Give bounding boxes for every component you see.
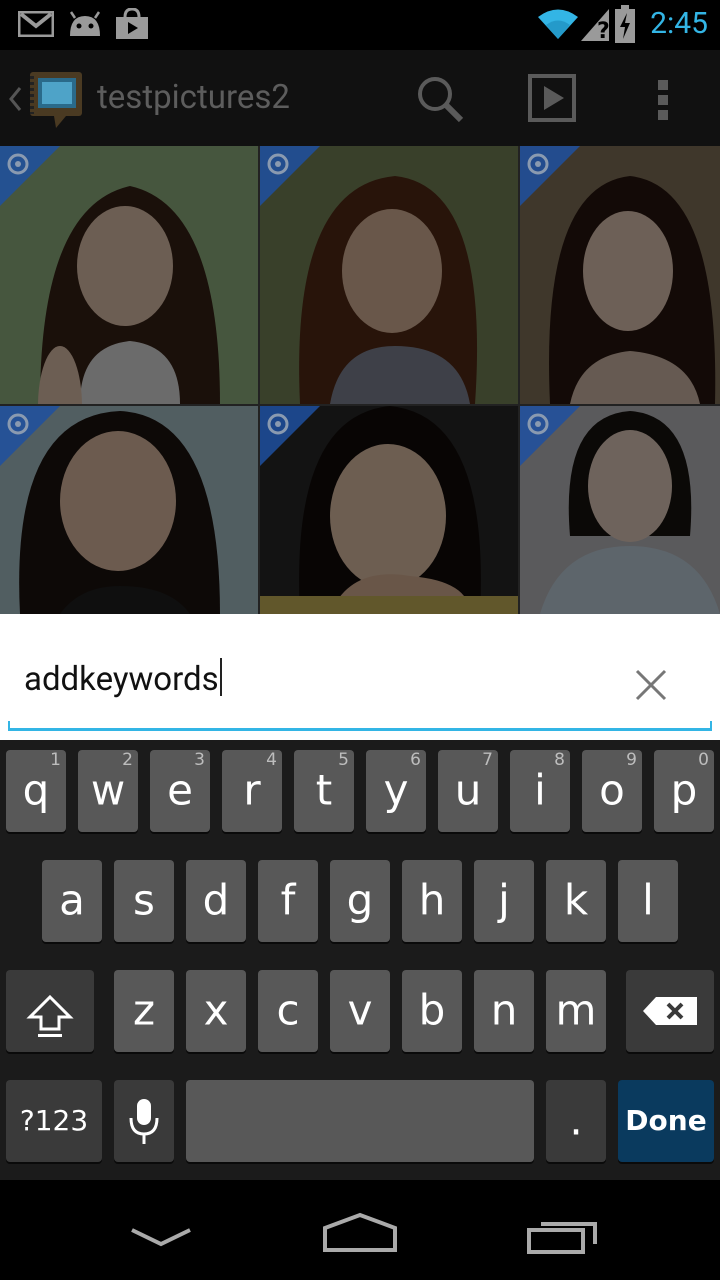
key-f[interactable]: f	[258, 860, 318, 942]
svg-text:?: ?	[597, 19, 610, 42]
chevron-left-icon	[9, 87, 22, 111]
key-e[interactable]: e3	[150, 750, 210, 832]
soft-keyboard: q1 w2 e3 r4 t5 y6 u7 i8 o9 p0 a s d f g …	[0, 740, 720, 1180]
key-v[interactable]: v	[330, 970, 390, 1052]
page-title: testpictures2	[97, 78, 290, 117]
backspace-icon	[643, 997, 697, 1025]
shop-icon	[116, 8, 148, 39]
overflow-menu-icon[interactable]	[656, 78, 670, 122]
text-cursor	[219, 658, 222, 696]
key-y[interactable]: y6	[366, 750, 426, 832]
input-underline	[8, 721, 712, 731]
action-bar: testpictures2	[0, 50, 720, 146]
camera-icon	[7, 153, 29, 175]
key-m[interactable]: m	[546, 970, 606, 1052]
key-x[interactable]: x	[186, 970, 246, 1052]
done-key[interactable]: Done	[618, 1080, 714, 1162]
camera-icon	[7, 413, 29, 435]
key-h[interactable]: h	[402, 860, 462, 942]
key-g[interactable]: g	[330, 860, 390, 942]
key-w[interactable]: w2	[78, 750, 138, 832]
key-s[interactable]: s	[114, 860, 174, 942]
key-n[interactable]: n	[474, 970, 534, 1052]
key-l[interactable]: l	[618, 860, 678, 942]
key-k[interactable]: k	[546, 860, 606, 942]
android-icon	[69, 11, 101, 36]
battery-charging-icon	[615, 5, 635, 43]
symbols-key[interactable]: ?123	[6, 1080, 102, 1162]
photo-2[interactable]	[260, 146, 518, 404]
status-bar: ? 2:45	[0, 0, 720, 50]
camera-icon	[267, 153, 289, 175]
key-b[interactable]: b	[402, 970, 462, 1052]
clock: 2:45	[650, 6, 708, 41]
key-q[interactable]: q1	[6, 750, 66, 832]
period-key[interactable]: .	[546, 1080, 606, 1162]
microphone-icon	[129, 1099, 159, 1144]
photo-1[interactable]	[0, 146, 258, 404]
key-o[interactable]: o9	[582, 750, 642, 832]
home-icon[interactable]	[322, 1212, 398, 1252]
camera-icon	[267, 413, 289, 435]
gmail-icon	[18, 11, 54, 37]
slideshow-icon[interactable]	[528, 74, 576, 122]
key-t[interactable]: t5	[294, 750, 354, 832]
key-a[interactable]: a	[42, 860, 102, 942]
key-u[interactable]: u7	[438, 750, 498, 832]
shift-arrow-icon	[26, 994, 74, 1037]
photo-4[interactable]	[0, 406, 258, 614]
up-navigation[interactable]	[6, 66, 90, 132]
photo-6[interactable]	[520, 406, 720, 614]
photo-3[interactable]	[520, 146, 720, 404]
photo-5[interactable]	[260, 406, 518, 614]
search-icon[interactable]	[415, 74, 465, 124]
back-icon[interactable]	[130, 1226, 192, 1250]
backspace-key[interactable]	[626, 970, 714, 1052]
key-p[interactable]: p0	[654, 750, 714, 832]
space-key[interactable]	[186, 1080, 534, 1162]
album-icon	[30, 72, 82, 128]
camera-icon	[527, 413, 549, 435]
shift-key[interactable]	[6, 970, 94, 1052]
clear-icon[interactable]	[634, 668, 668, 702]
wifi-icon	[538, 9, 578, 39]
key-i[interactable]: i8	[510, 750, 570, 832]
navigation-bar	[0, 1180, 720, 1280]
key-j[interactable]: j	[474, 860, 534, 942]
key-r[interactable]: r4	[222, 750, 282, 832]
no-signal-icon: ?	[581, 9, 610, 42]
photo-grid	[0, 146, 720, 614]
camera-icon	[527, 153, 549, 175]
keyword-input[interactable]: addkeywords	[24, 658, 222, 699]
keyword-input-value: addkeywords	[24, 660, 219, 699]
key-d[interactable]: d	[186, 860, 246, 942]
key-z[interactable]: z	[114, 970, 174, 1052]
key-c[interactable]: c	[258, 970, 318, 1052]
voice-input-key[interactable]	[114, 1080, 174, 1162]
recent-apps-icon[interactable]	[526, 1216, 598, 1254]
keyword-input-panel: addkeywords	[0, 614, 720, 740]
